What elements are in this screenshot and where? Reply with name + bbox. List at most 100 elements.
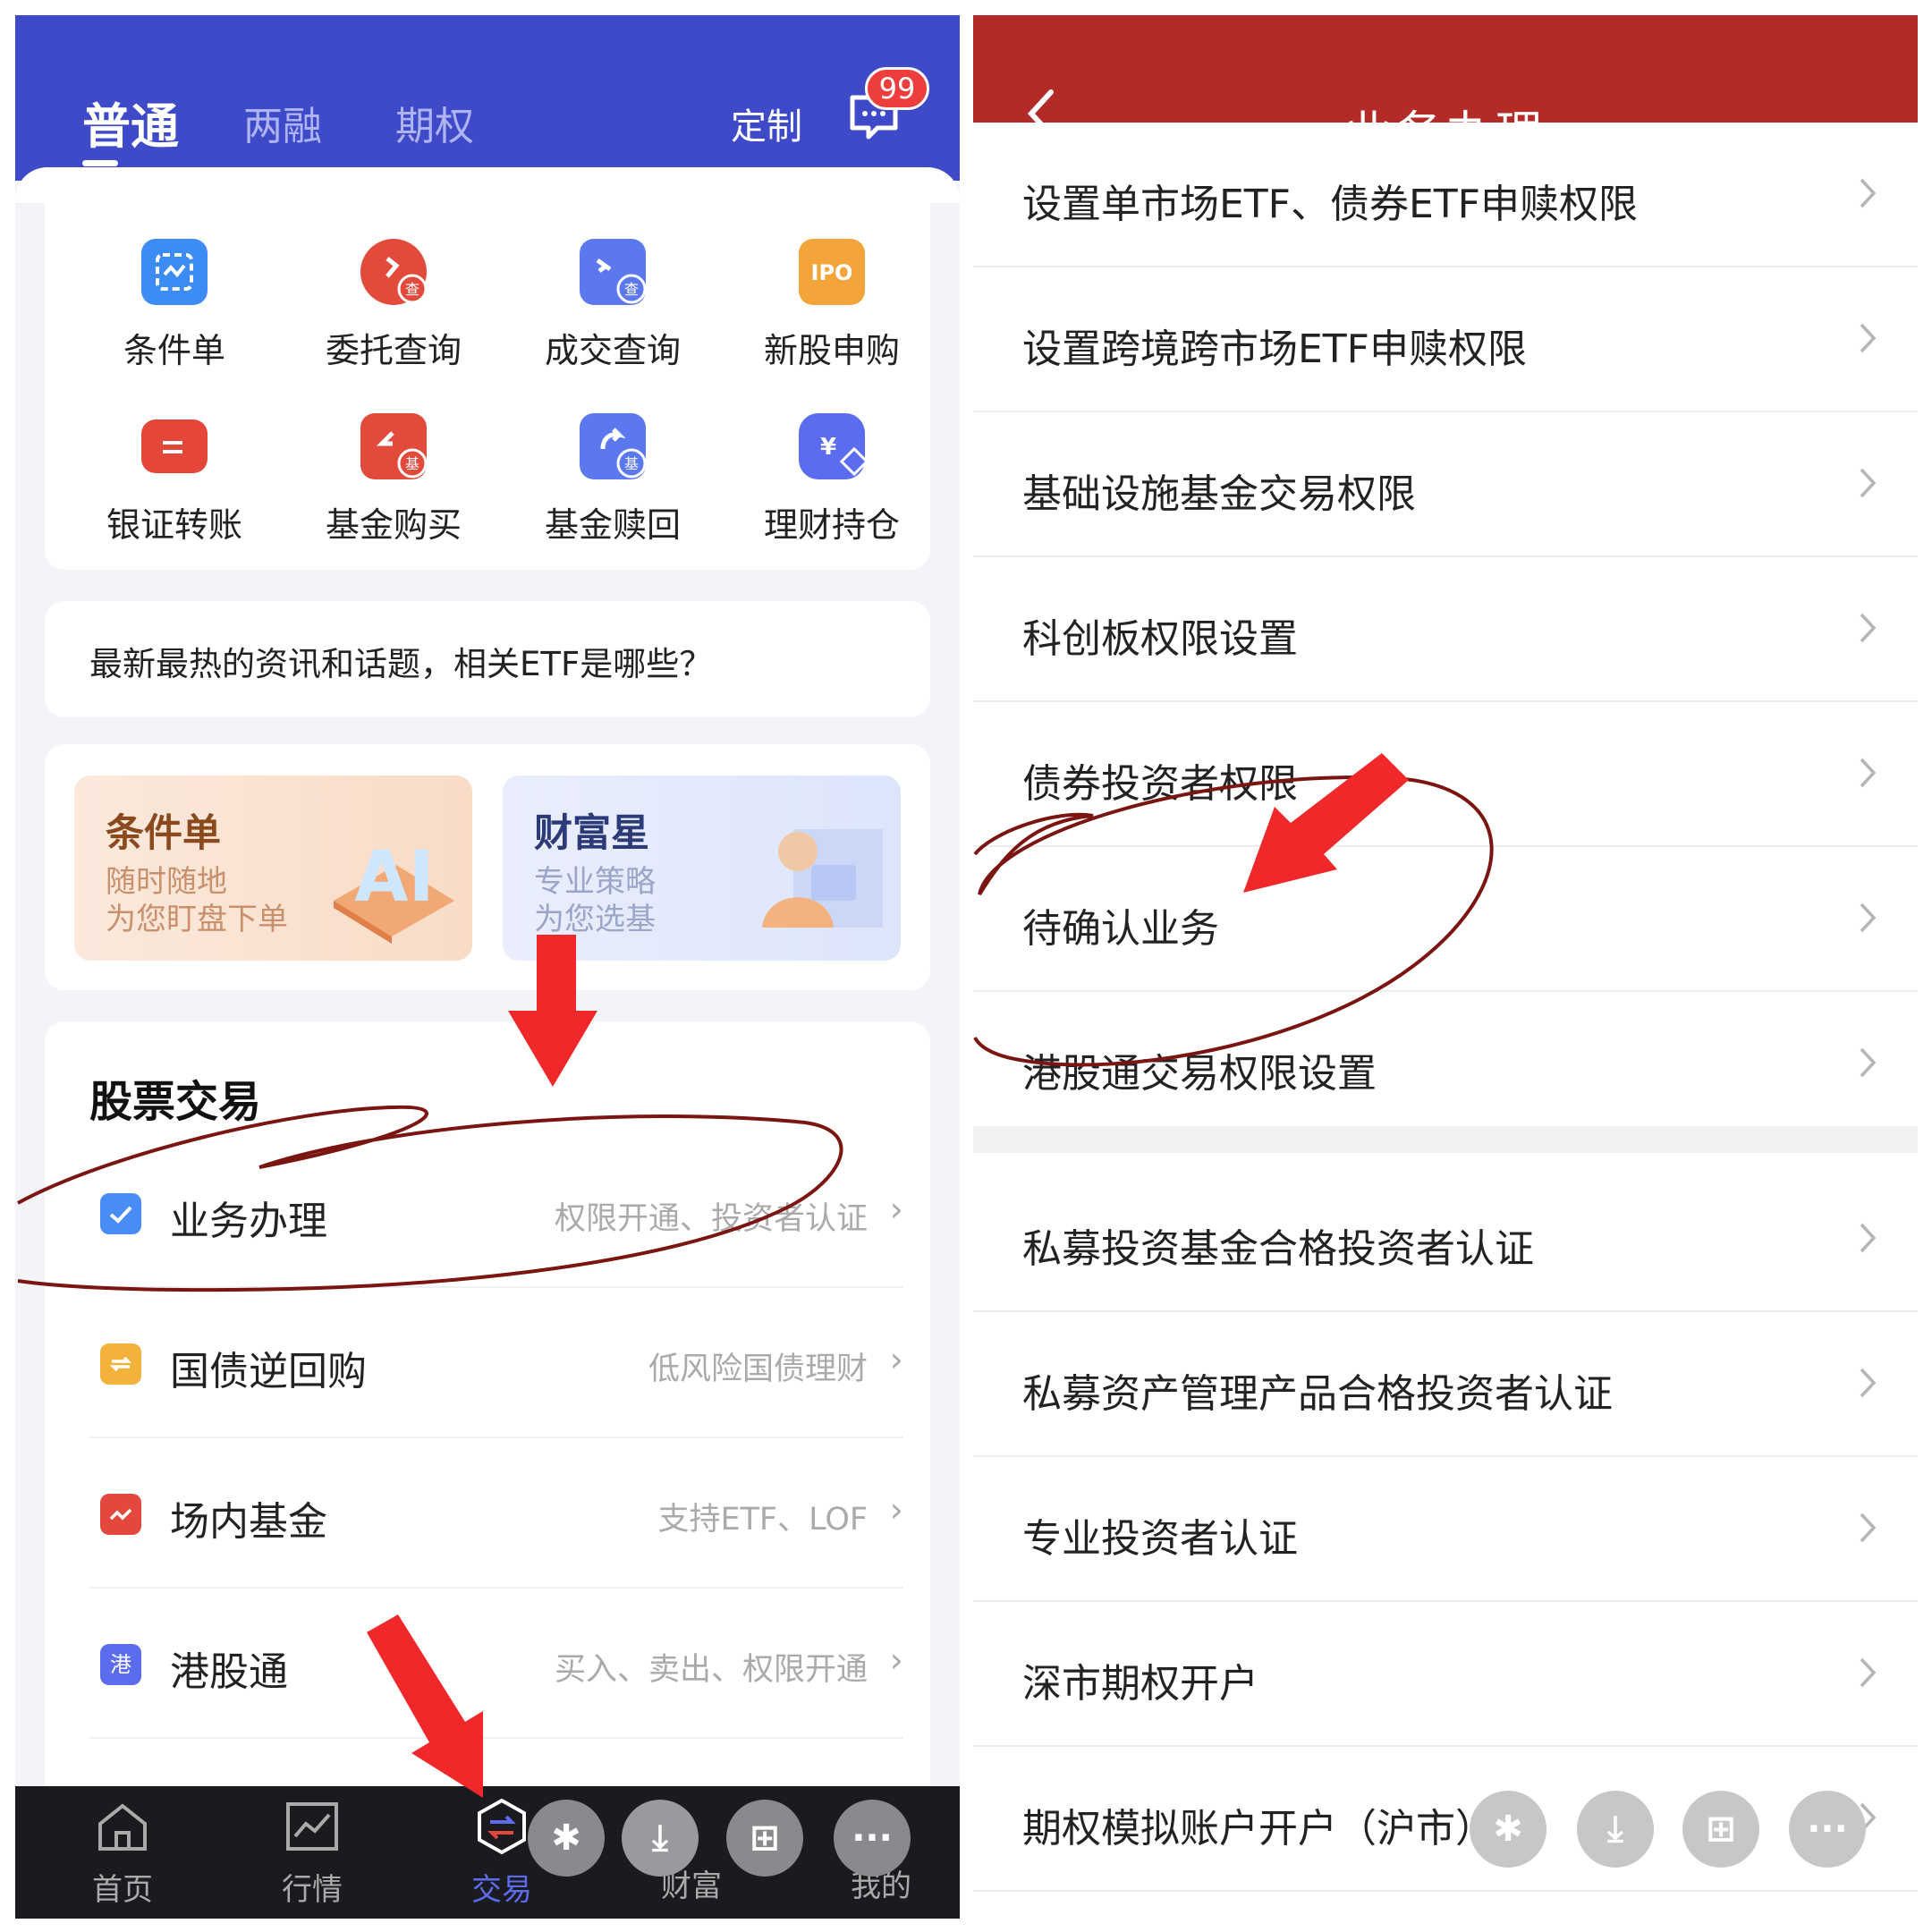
advisor-illustration-icon [762,829,883,928]
assistive-download-icon[interactable]: ⤓ [622,1800,699,1877]
repo-icon [100,1343,141,1385]
stock-row-business[interactable]: 业务办理 权限开通、投资者认证 › [89,1138,903,1288]
business-list-item[interactable]: 基础设施基金交易权限 [973,412,1918,557]
promo-subtitle: 随时随地 为您盯盘下单 [106,864,288,937]
quick-action-fund-buy[interactable]: 基 基金购买 [304,413,483,547]
trade-query-icon: 查 [580,239,647,305]
quick-action-ipo[interactable]: IPO 新股申购 [742,239,921,372]
svg-text:查: 查 [405,281,419,298]
right-phone-screen: 业务办理 设置单市场ETF、债券ETF申赎权限设置跨境跨市场ETF申赎权限基础设… [973,15,1918,1919]
chevron-right-icon [1860,178,1877,208]
quick-action-order-query[interactable]: 查 委托查询 [304,239,483,372]
assistive-spark-icon[interactable]: ✱ [528,1800,605,1877]
business-list-item[interactable]: 科创板权限设置 [973,557,1918,702]
quick-action-trade-query[interactable]: 查 成交查询 [523,239,702,372]
quick-action-condition-order[interactable]: 条件单 [85,239,264,372]
assistive-spark-icon[interactable]: ✱ [1470,1791,1546,1868]
customize-button[interactable]: 定制 [731,97,802,149]
stock-row-repo[interactable]: 国债逆回购 低风险国债理财 › [89,1288,903,1438]
business-list-item[interactable]: 设置单市场ETF、债券ETF申赎权限 [973,123,1918,267]
promo-subtitle: 专业策略 为您选基 [534,864,656,937]
news-banner[interactable]: 最新最热的资讯和话题，相关ETF是哪些？ [45,601,930,717]
list-item-label: 港股通交易权限设置 [1022,1051,1377,1097]
wealth-holding-icon: ¥ [799,413,869,479]
business-list-item[interactable]: 深市期权开户 [973,1602,1918,1747]
quick-action-label: 新股申购 [763,331,900,370]
tab-options[interactable]: 期权 [395,94,474,151]
bottom-navigation: 首页 行情 交易 财富 我的 [15,1786,960,1919]
business-list-item[interactable]: 待确认业务 [973,847,1918,992]
business-list-item[interactable]: 私募投资基金合格投资者认证 [973,1167,1918,1312]
nav-label: 交易 [471,1872,532,1908]
quick-action-bank-transfer[interactable]: 银证转账 [85,413,264,547]
list-item-label: 私募资产管理产品合格投资者认证 [1022,1371,1613,1417]
promo-title: 条件单 [106,811,221,856]
chevron-right-icon: › [889,1190,903,1229]
quick-action-label: 基金购买 [325,505,462,545]
row-name: 场内基金 [170,1499,327,1545]
assistive-more-icon[interactable]: ··· [1789,1791,1866,1868]
business-check-icon [100,1193,141,1234]
row-description: 低风险国债理财 [648,1352,868,1387]
chevron-right-icon [1860,902,1877,933]
row-description: 支持ETF、LOF [657,1502,868,1538]
assistive-download-icon[interactable]: ⤓ [1577,1791,1654,1868]
list-item-label: 设置跨境跨市场ETF申赎权限 [1022,326,1527,372]
svg-text:查: 查 [624,281,639,298]
ipo-icon: IPO [799,239,865,305]
promo-wealth-star[interactable]: 财富星 专业策略 为您选基 [503,775,901,961]
chevron-right-icon: › [889,1490,903,1530]
quick-action-wealth-holding[interactable]: ¥ 理财持仓 [742,413,921,547]
svg-text:IPO: IPO [811,260,853,285]
promo-title: 财富星 [534,811,649,856]
promo-card: 条件单 随时随地 为您盯盘下单 AI 财富星 专业策略 为您选基 [45,744,930,990]
quick-action-label: 成交查询 [544,331,681,370]
nav-home[interactable]: 首页 [69,1797,176,1909]
business-list-item[interactable]: 债券投资者权限 [973,702,1918,847]
tab-normal[interactable]: 普通 [82,87,179,157]
quick-action-label: 银证转账 [106,505,242,545]
chevron-right-icon [1860,1657,1877,1688]
list-item-label: 专业投资者认证 [1022,1516,1298,1562]
svg-text:AI: AI [354,837,434,918]
chevron-right-icon [1860,758,1877,788]
fund-buy-icon: 基 [360,413,428,479]
quick-action-label: 基金赎回 [544,505,681,545]
chevron-right-icon: › [889,1640,903,1680]
quick-actions-card: 条件单 查 委托查询 查 成交查询 IPO 新股申购 银证转账 基 基金购买 基… [45,176,930,570]
nav-market[interactable]: 行情 [258,1797,366,1909]
business-list-item[interactable]: 设置跨境跨市场ETF申赎权限 [973,267,1918,412]
list-item-label: 私募投资基金合格投资者认证 [1022,1226,1534,1272]
trade-header: 普通 两融 期权 定制 99 [15,15,960,181]
stock-row-hk-connect[interactable]: 港 港股通 买入、卖出、权限开通 › [89,1589,903,1739]
row-name: 港股通 [170,1649,288,1695]
business-list-item[interactable]: 私募资产管理产品合格投资者认证 [973,1312,1918,1457]
svg-text:基: 基 [405,455,419,472]
chevron-right-icon [1860,613,1877,643]
chevron-right-icon [1860,468,1877,498]
row-name: 国债逆回购 [170,1349,367,1394]
message-badge: 99 [865,67,929,110]
promo-condition-order[interactable]: 条件单 随时随地 为您盯盘下单 AI [74,775,472,961]
group-divider [973,1126,1918,1153]
business-list-item[interactable]: 港股通交易权限设置 [973,992,1918,1137]
condition-order-icon [141,239,208,305]
list-item-label: 基础设施基金交易权限 [1022,471,1416,517]
chevron-right-icon: › [889,1340,903,1379]
tab-margin[interactable]: 两融 [243,94,322,151]
quick-action-label: 条件单 [123,331,225,370]
assistive-more-icon[interactable]: ··· [834,1800,911,1877]
quick-action-label: 理财持仓 [763,505,900,545]
chevron-right-icon [1860,323,1877,353]
assistive-grid-icon[interactable]: ⊞ [726,1800,803,1877]
business-list-item[interactable]: 期权模拟账户开户（沪市） [973,1747,1918,1892]
assistive-grid-icon[interactable]: ⊞ [1682,1791,1759,1868]
quick-action-fund-redeem[interactable]: 基 基金赎回 [523,413,702,547]
exchange-fund-icon [100,1494,141,1535]
stock-row-exchange-fund[interactable]: 场内基金 支持ETF、LOF › [89,1438,903,1589]
business-list-item[interactable]: 专业投资者认证 [973,1457,1918,1602]
home-icon [98,1803,147,1851]
fund-redeem-icon: 基 [580,413,647,479]
chevron-right-icon [1860,1223,1877,1253]
svg-text:¥: ¥ [820,434,836,461]
